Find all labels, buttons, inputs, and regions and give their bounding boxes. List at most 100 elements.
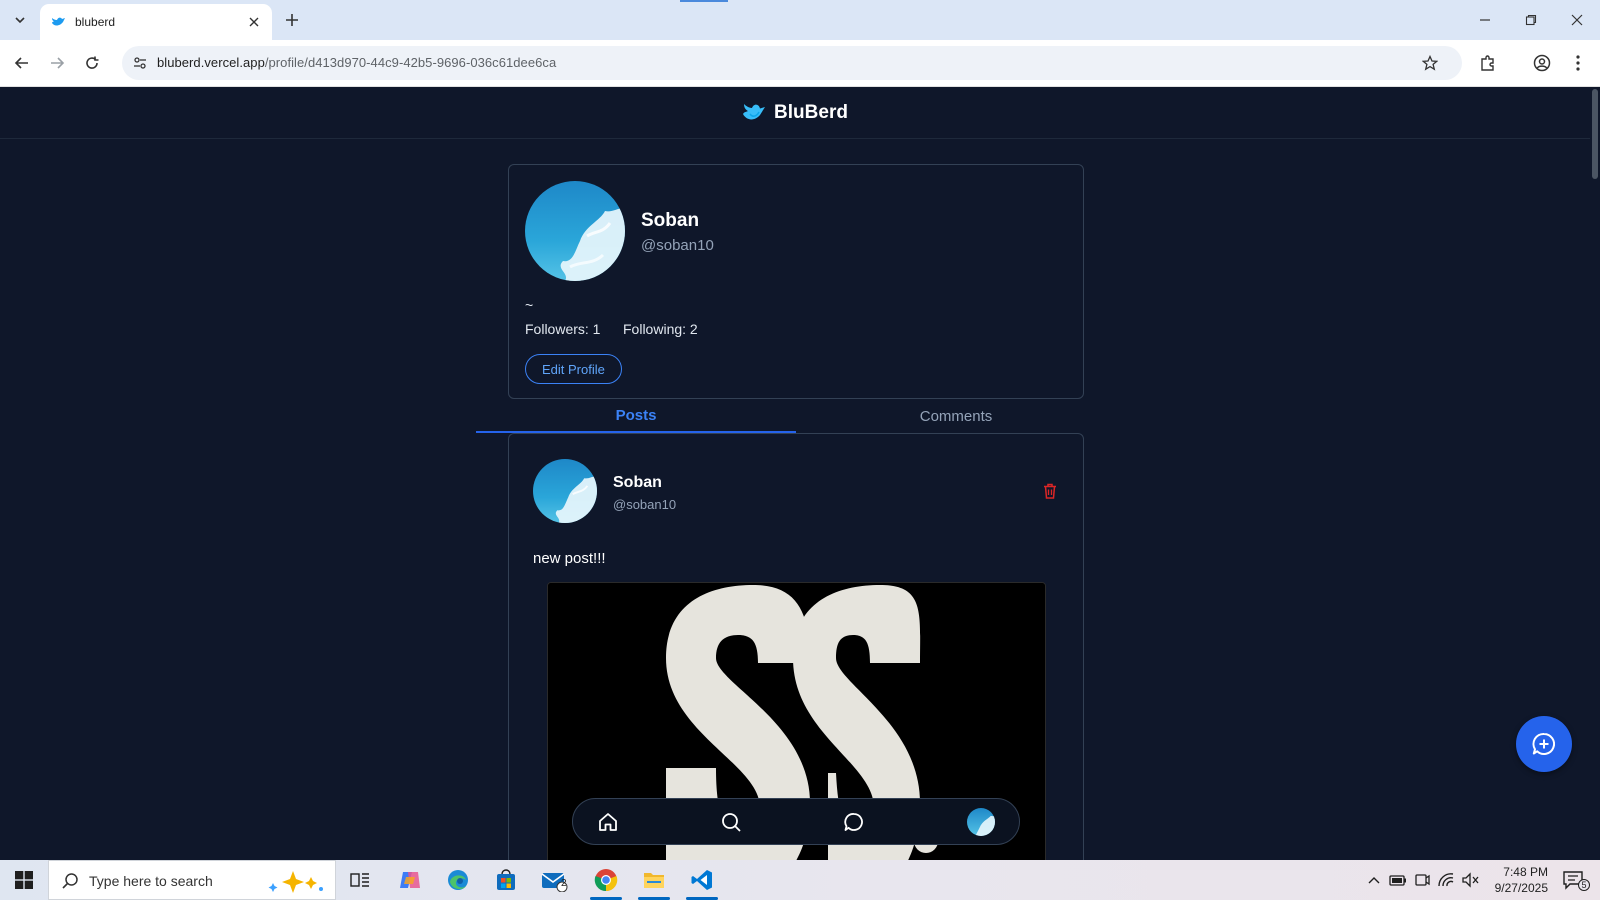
camera-icon [1415,874,1430,886]
url-text: bluberd.vercel.app/profile/d413d970-44c9… [157,55,556,70]
chevron-down-icon [15,17,25,24]
brand-name: BluBerd [774,101,848,123]
url-host: bluberd.vercel.app [157,55,265,70]
puzzle-icon [1481,55,1494,71]
tab-posts[interactable]: Posts [476,399,796,433]
address-bar[interactable]: bluberd.vercel.app/profile/d413d970-44c9… [122,46,1462,80]
bookmark-star-icon[interactable] [1418,51,1442,75]
tab-search-button[interactable] [8,8,32,32]
minimize-button[interactable] [1462,0,1508,40]
clock-time: 7:48 PM [1503,865,1548,879]
page-scrollbar[interactable] [1590,87,1600,860]
new-tab-button[interactable] [280,8,304,32]
profile-tabs: Posts Comments [476,399,1116,433]
network-tray[interactable] [1436,870,1456,890]
task-view-icon [350,873,369,887]
sparkle-icon [268,871,323,893]
nav-profile-avatar[interactable] [967,808,995,836]
nav-home[interactable] [595,809,621,835]
brand[interactable]: BluBerd [742,102,848,124]
vscode-icon [691,870,712,890]
windows-logo-icon [15,871,33,889]
copilot-icon [400,872,420,888]
scrollbar-thumb[interactable] [1592,89,1598,179]
notification-center[interactable]: 5 [1556,866,1590,894]
profile-name: Soban [641,210,700,231]
nav-search[interactable] [718,809,744,835]
edit-profile-button[interactable]: Edit Profile [525,354,622,384]
clock-date: 9/27/2025 [1494,881,1548,895]
edge-app[interactable] [438,864,478,896]
close-icon [1571,14,1583,26]
bird-logo-icon [743,103,766,119]
start-button[interactable] [0,860,48,900]
site-info-icon[interactable] [128,51,152,75]
post-card: Soban @soban10 new post!!! [508,433,1084,860]
reload-button[interactable] [78,49,106,77]
show-hidden-icons[interactable] [1364,870,1384,890]
arrow-right-icon [51,57,65,69]
plus-icon [286,14,298,26]
restore-button[interactable] [1508,0,1554,40]
mail-app[interactable]: 2 [534,864,574,896]
speaker-muted-icon [1462,872,1479,888]
vscode-app[interactable] [682,864,722,900]
store-app[interactable] [486,864,526,896]
mail-badge: 2 [561,878,567,889]
battery-tray[interactable] [1388,870,1408,890]
app-header: BluBerd [0,87,1590,139]
meet-tray[interactable] [1412,870,1432,890]
post-author-handle: @soban10 [613,497,677,512]
search-icon [722,813,741,832]
kebab-menu-icon [1576,55,1580,71]
following-count[interactable]: Following: 2 [623,321,698,337]
page-content: BluBerd Soban @soban10 ~ Followers: 1 Fo… [0,87,1600,860]
edge-browser-icon [448,870,468,890]
url-path: /profile/d413d970-44c9-42b5-9696-036c61d… [264,55,557,70]
folder-icon [644,873,664,888]
chrome-icon [594,869,618,892]
forward-button[interactable] [43,49,71,77]
profile-card: Soban @soban10 ~ Followers: 1 Following:… [508,164,1084,399]
browser-tab[interactable]: bluberd [40,4,272,40]
chevron-up-icon [1368,877,1380,884]
chat-plus-icon [1532,732,1556,755]
battery-icon [1389,875,1406,886]
tab-close-icon[interactable] [246,14,262,30]
trash-icon[interactable] [1041,482,1059,500]
volume-tray[interactable] [1460,870,1480,890]
browser-menu-button[interactable] [1564,49,1592,77]
task-view-button[interactable] [340,864,380,896]
post-author-avatar[interactable] [533,459,597,523]
windows-taskbar: Type here to search 2 7:48 PM 9/27/2025 … [0,860,1600,900]
close-window-button[interactable] [1554,0,1600,40]
chat-bubble-icon [844,813,863,831]
profile-button[interactable] [1528,49,1556,77]
new-post-fab[interactable] [1516,716,1572,772]
followers-count[interactable]: Followers: 1 [525,321,600,337]
taskbar-search-box[interactable]: Type here to search [48,860,336,900]
search-icon [62,873,78,889]
taskbar-clock[interactable]: 7:48 PM 9/27/2025 [1484,864,1548,896]
nav-messages[interactable] [841,809,867,835]
browser-toolbar: bluberd.vercel.app/profile/d413d970-44c9… [0,40,1600,87]
bottom-navigation [572,798,1020,845]
reload-icon [86,56,99,69]
extensions-button[interactable] [1474,49,1502,77]
chrome-app[interactable] [586,864,626,900]
search-placeholder: Type here to search [89,873,213,889]
arrow-left-icon [14,57,28,69]
file-explorer-app[interactable] [634,864,674,900]
tab-strip-indicator [680,0,728,2]
profile-handle: @soban10 [641,237,714,254]
tab-title: bluberd [75,15,116,29]
post-text: new post!!! [533,550,606,567]
profile-avatar [525,181,625,281]
tab-comments[interactable]: Comments [796,399,1116,433]
profile-bio: ~ [525,297,534,313]
copilot-app[interactable] [390,864,430,896]
back-button[interactable] [8,49,36,77]
wifi-icon [1438,873,1454,887]
post-author-name[interactable]: Soban [613,474,662,492]
restore-icon [1525,14,1537,26]
